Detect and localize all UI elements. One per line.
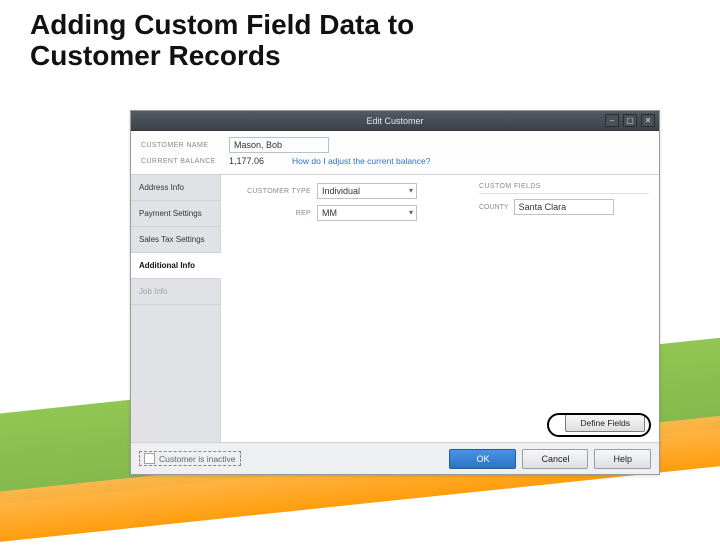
rep-select[interactable]: MM — [317, 205, 417, 221]
maximize-icon[interactable]: ▢ — [623, 114, 637, 127]
cancel-button[interactable]: Cancel — [522, 449, 588, 469]
help-button[interactable]: Help — [594, 449, 651, 469]
edit-customer-dialog: Edit Customer – ▢ ✕ CUSTOMER NAME Mason,… — [130, 110, 660, 475]
ok-button[interactable]: OK — [449, 449, 516, 469]
title-bar: Edit Customer – ▢ ✕ — [131, 111, 659, 131]
tab-payment-settings[interactable]: Payment Settings — [131, 201, 220, 227]
slide-title: Adding Custom Field Data to Customer Rec… — [30, 10, 550, 72]
custom-fields-section-label: CUSTOM FIELDS — [479, 183, 649, 194]
tab-additional-info[interactable]: Additional Info — [131, 253, 221, 279]
side-tabs: Address Info Payment Settings Sales Tax … — [131, 175, 221, 442]
adjust-balance-link[interactable]: How do I adjust the current balance? — [292, 156, 430, 166]
minimize-icon[interactable]: – — [605, 114, 619, 127]
rep-value: MM — [322, 208, 337, 218]
tab-sales-tax-settings[interactable]: Sales Tax Settings — [131, 227, 220, 253]
tab-address-info[interactable]: Address Info — [131, 175, 220, 201]
balance-label: CURRENT BALANCE — [141, 158, 223, 165]
customer-name-label: CUSTOMER NAME — [141, 142, 223, 149]
customer-name-input[interactable]: Mason, Bob — [229, 137, 329, 153]
county-input[interactable]: Santa Clara — [514, 199, 614, 215]
customer-type-label: CUSTOMER TYPE — [231, 188, 311, 195]
define-fields-button[interactable]: Define Fields — [565, 414, 645, 432]
window-title: Edit Customer — [366, 116, 423, 126]
additional-info-panel: CUSTOMER TYPE Individual REP MM CUSTOM F… — [221, 175, 659, 442]
rep-label: REP — [231, 210, 311, 217]
dialog-footer: Customer is inactive OK Cancel Help — [131, 442, 659, 474]
tab-job-info[interactable]: Job Info — [131, 279, 220, 305]
checkbox-icon — [144, 453, 155, 464]
close-icon[interactable]: ✕ — [641, 114, 655, 127]
customer-inactive-checkbox[interactable]: Customer is inactive — [139, 451, 241, 466]
custom-fields-area: CUSTOM FIELDS COUNTY Santa Clara — [479, 183, 649, 215]
customer-type-select[interactable]: Individual — [317, 183, 417, 199]
customer-inactive-label: Customer is inactive — [159, 454, 236, 464]
county-label: COUNTY — [479, 204, 509, 211]
balance-value: 1,177.06 — [229, 156, 264, 166]
customer-type-value: Individual — [322, 186, 360, 196]
